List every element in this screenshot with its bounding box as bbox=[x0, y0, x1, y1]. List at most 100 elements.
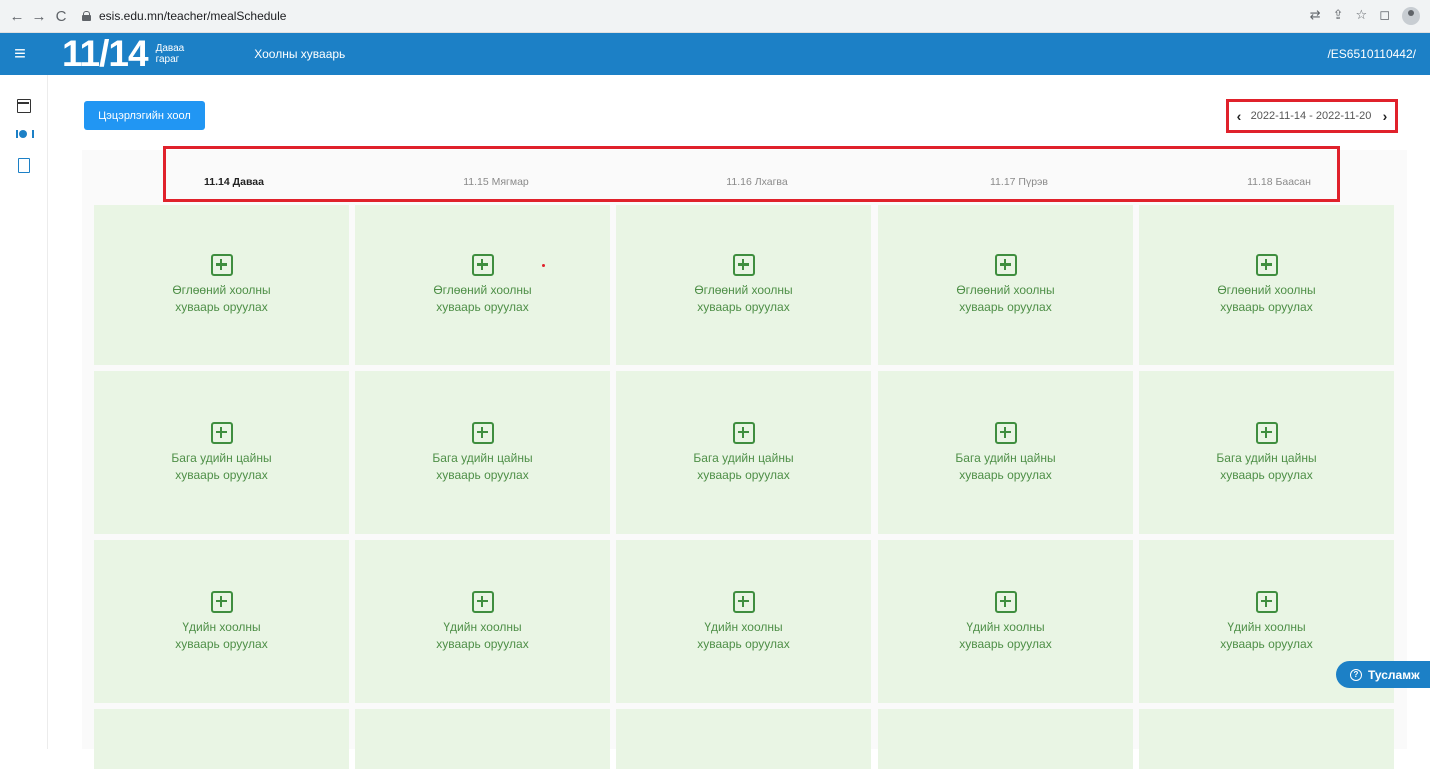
meal-cell[interactable]: Өглөөний хоолны хуваарь оруулах bbox=[616, 205, 871, 365]
meal-icon[interactable] bbox=[16, 127, 34, 143]
meal-cell[interactable] bbox=[616, 709, 871, 769]
add-schedule-line2: хуваарь оруулах bbox=[436, 300, 529, 314]
meal-cell[interactable]: Өглөөний хоолны хуваарь оруулах bbox=[94, 205, 349, 365]
add-schedule-line1: Үдийн хоолны bbox=[182, 619, 261, 634]
tab-day[interactable]: 11.14 Даваа bbox=[194, 176, 274, 188]
page-title: Хоолны хуваарь bbox=[254, 47, 346, 61]
meal-cell[interactable]: Бага удийн цайны хуваарь оруулах bbox=[94, 371, 349, 534]
add-schedule-line1: Үдийн хоолны bbox=[966, 619, 1045, 634]
tab-day[interactable]: 11.17 Пүрэв bbox=[979, 176, 1059, 188]
back-arrow-icon[interactable]: ← bbox=[6, 8, 28, 25]
add-square-icon[interactable] bbox=[994, 590, 1017, 613]
meal-cell[interactable]: Үдийн хоолны хуваарь оруулах bbox=[355, 540, 610, 703]
lock-icon bbox=[82, 11, 91, 21]
red-dot-marker bbox=[542, 264, 545, 267]
meal-cell[interactable] bbox=[1139, 709, 1394, 769]
add-square-icon[interactable] bbox=[210, 254, 233, 276]
add-schedule-line1: Бага удийн цайны bbox=[955, 450, 1056, 465]
meal-cell[interactable]: Өглөөний хоолны хуваарь оруулах bbox=[878, 205, 1133, 365]
translate-icon[interactable]: ⇄ bbox=[1310, 7, 1321, 25]
tab-day[interactable]: 11.18 Баасан bbox=[1239, 176, 1319, 188]
share-icon[interactable]: ⇪ bbox=[1333, 7, 1344, 25]
document-icon[interactable] bbox=[16, 157, 32, 173]
tab-day[interactable]: 11.15 Мягмар bbox=[456, 176, 536, 188]
add-square-icon[interactable] bbox=[994, 421, 1017, 444]
add-schedule-label: Бага удийн цайны хуваарь оруулах bbox=[693, 450, 793, 484]
add-schedule-line2: хуваарь оруулах bbox=[175, 636, 268, 651]
browser-actions: ⇄ ⇪ ☆ ◻ bbox=[1310, 7, 1420, 25]
add-schedule-label: Үдийн хоолны хуваарь оруулах bbox=[175, 619, 267, 653]
add-square-icon[interactable] bbox=[471, 421, 494, 444]
browser-toolbar: ← → C esis.edu.mn/teacher/mealSchedule ⇄… bbox=[0, 0, 1430, 33]
address-bar[interactable]: esis.edu.mn/teacher/mealSchedule bbox=[82, 4, 286, 28]
add-schedule-line2: хуваарь оруулах bbox=[959, 636, 1052, 651]
add-square-icon[interactable] bbox=[732, 421, 755, 444]
meal-cell[interactable]: Үдийн хоолны хуваарь оруулах bbox=[94, 540, 349, 703]
add-schedule-line2: хуваарь оруулах bbox=[697, 467, 790, 482]
weekday-suffix: гараг bbox=[155, 54, 180, 65]
add-schedule-line2: хуваарь оруулах bbox=[175, 300, 268, 314]
add-schedule-line2: хуваарь оруулах bbox=[959, 467, 1052, 482]
reload-icon[interactable]: C bbox=[50, 8, 72, 25]
side-panel-icon[interactable]: ◻ bbox=[1379, 7, 1390, 25]
meal-cell[interactable]: Бага удийн цайны хуваарь оруулах bbox=[616, 371, 871, 534]
add-square-icon[interactable] bbox=[210, 590, 233, 613]
tab-day[interactable]: 11.16 Лхагва bbox=[717, 176, 797, 188]
calendar-icon[interactable] bbox=[16, 97, 32, 113]
day-tabs: 11.14 Даваа 11.15 Мягмар 11.16 Лхагва 11.17… bbox=[163, 146, 1340, 202]
add-square-icon[interactable] bbox=[471, 590, 494, 613]
add-schedule-label: Үдийн хоолны хуваарь оруулах bbox=[959, 619, 1051, 653]
weekday-label: Даваа гараг bbox=[156, 43, 185, 65]
meal-cell[interactable] bbox=[94, 709, 349, 769]
meal-cell[interactable]: Бага удийн цайны хуваарь оруулах bbox=[878, 371, 1133, 534]
add-schedule-label: Бага удийн цайны хуваарь оруулах bbox=[955, 450, 1055, 484]
meal-cell[interactable]: Өглөөний хоолны хуваарь оруулах bbox=[1139, 205, 1394, 365]
prev-week-chevron-icon[interactable]: ‹ bbox=[1229, 108, 1249, 124]
add-schedule-line1: Үдийн хоолны bbox=[704, 619, 783, 634]
add-square-icon[interactable] bbox=[210, 421, 233, 444]
add-schedule-line1: Үдийн хоолны bbox=[1227, 619, 1306, 634]
add-schedule-line1: Өглөөний хоолны bbox=[956, 283, 1055, 297]
meal-cell[interactable]: Үдийн хоолны хуваарь оруулах bbox=[878, 540, 1133, 703]
add-schedule-label: Бага удийн цайны хуваарь оруулах bbox=[171, 450, 271, 484]
meal-cell[interactable]: Өглөөний хоолны хуваарь оруулах bbox=[355, 205, 610, 365]
help-button[interactable]: ? Тусламж bbox=[1336, 661, 1430, 688]
add-square-icon[interactable] bbox=[1255, 590, 1278, 613]
add-square-icon[interactable] bbox=[1255, 254, 1278, 276]
add-schedule-label: Өглөөний хоолны хуваарь оруулах bbox=[956, 282, 1054, 316]
add-square-icon[interactable] bbox=[732, 254, 755, 276]
next-week-chevron-icon[interactable]: › bbox=[1375, 108, 1395, 124]
help-label: Тусламж bbox=[1368, 667, 1420, 682]
meal-cell[interactable]: Бага удийн цайны хуваарь оруулах bbox=[1139, 371, 1394, 534]
add-schedule-line2: хуваарь оруулах bbox=[436, 636, 529, 651]
meal-cell[interactable] bbox=[355, 709, 610, 769]
add-schedule-line1: Бага удийн цайны bbox=[171, 450, 272, 465]
date-range-text[interactable]: 2022-11-14 - 2022-11-20 bbox=[1247, 110, 1375, 122]
meal-cell[interactable] bbox=[878, 709, 1133, 769]
add-square-icon[interactable] bbox=[471, 254, 494, 276]
question-icon: ? bbox=[1350, 668, 1362, 681]
user-id-link[interactable]: /ES6510110442/ bbox=[1327, 47, 1416, 61]
add-schedule-label: Өглөөний хоолны хуваарь оруулах bbox=[172, 282, 270, 316]
menu-icon[interactable]: ≡ bbox=[0, 43, 40, 66]
add-schedule-line2: хуваарь оруулах bbox=[1220, 467, 1313, 482]
add-schedule-label: Үдийн хоолны хуваарь оруулах bbox=[697, 619, 789, 653]
add-schedule-line2: хуваарь оруулах bbox=[175, 467, 268, 482]
add-square-icon[interactable] bbox=[994, 254, 1017, 276]
add-schedule-line1: Үдийн хоолны bbox=[443, 619, 522, 634]
kindergarten-meal-button[interactable]: Цэцэрлэгийн хоол bbox=[84, 101, 205, 130]
current-date: 11/14 bbox=[62, 33, 149, 74]
add-schedule-line1: Өглөөний хоолны bbox=[694, 283, 793, 297]
add-schedule-line1: Өглөөний хоолны bbox=[433, 283, 532, 297]
profile-avatar[interactable] bbox=[1402, 7, 1420, 25]
add-square-icon[interactable] bbox=[732, 590, 755, 613]
add-schedule-line1: Бага удийн цайны bbox=[693, 450, 794, 465]
add-schedule-label: Бага удийн цайны хуваарь оруулах bbox=[432, 450, 532, 484]
weekday-name: Даваа bbox=[155, 43, 185, 54]
bookmark-star-icon[interactable]: ☆ bbox=[1356, 7, 1368, 25]
meal-cell[interactable]: Үдийн хоолны хуваарь оруулах bbox=[616, 540, 871, 703]
add-square-icon[interactable] bbox=[1255, 421, 1278, 444]
add-schedule-label: Үдийн хоолны хуваарь оруулах bbox=[1220, 619, 1312, 653]
forward-arrow-icon[interactable]: → bbox=[28, 8, 50, 25]
meal-cell[interactable]: Бага удийн цайны хуваарь оруулах bbox=[355, 371, 610, 534]
